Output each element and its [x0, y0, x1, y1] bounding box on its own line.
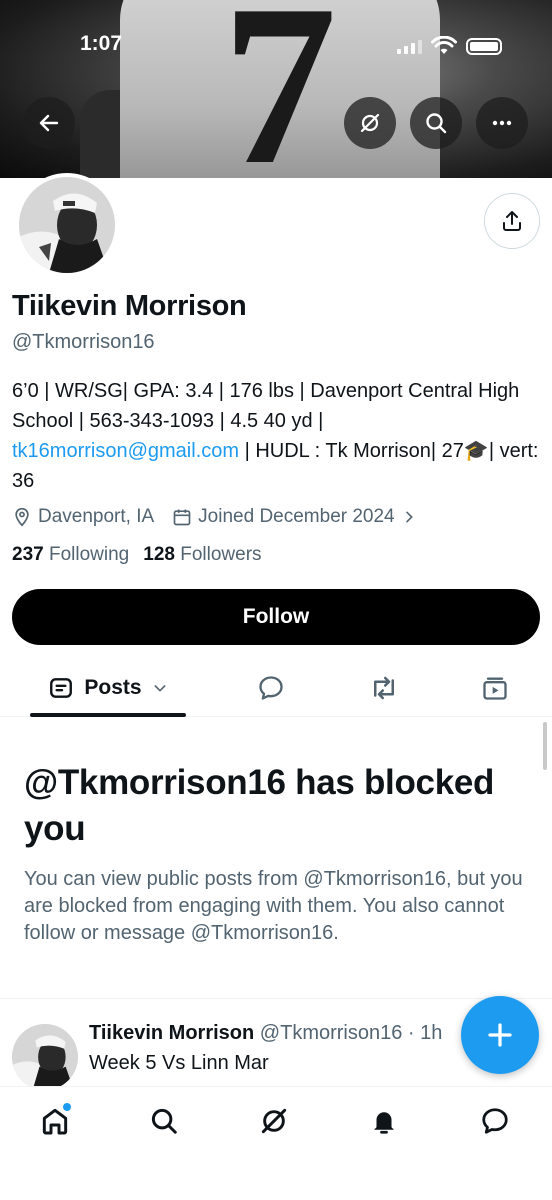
profile-bio: 6’0 | WR/SG| GPA: 3.4 | 176 lbs | Davenp… — [12, 376, 542, 496]
banner-jersey-number: 7 — [222, 0, 337, 178]
nav-grok[interactable] — [244, 1101, 304, 1141]
followers-label: Followers — [180, 544, 262, 565]
search-icon — [426, 113, 447, 134]
search-icon — [151, 1108, 177, 1134]
tab-replies[interactable] — [245, 660, 297, 716]
compose-button[interactable] — [461, 996, 539, 1074]
posts-icon — [50, 678, 73, 698]
profile-handle: @Tkmorrison16 — [12, 331, 155, 353]
post-header: Tiikevin Morrison @Tkmorrison16 · 1h — [89, 1022, 442, 1045]
signal-icon — [397, 40, 422, 54]
share-button[interactable] — [484, 193, 540, 249]
chevron-down-icon — [154, 685, 166, 692]
joined-date[interactable]: Joined December 2024 — [172, 506, 416, 528]
nav-messages[interactable] — [465, 1101, 525, 1141]
profile-banner[interactable]: 7 — [0, 0, 552, 178]
more-icon — [492, 120, 512, 126]
tab-posts-label: Posts — [84, 676, 142, 699]
profile-meta: Davenport, IA Joined December 2024 — [12, 504, 435, 530]
followers-count: 128 — [143, 544, 175, 565]
profile-avatar[interactable] — [15, 173, 119, 277]
following-count: 237 — [12, 544, 44, 565]
tab-reposts[interactable] — [358, 660, 410, 716]
media-icon — [483, 677, 507, 700]
post-avatar[interactable] — [12, 1024, 78, 1090]
active-tab-indicator — [30, 713, 186, 717]
nav-search[interactable] — [134, 1101, 194, 1141]
bio-text: 6’0 | WR/SG| GPA: 3.4 | 176 lbs | Davenp… — [12, 380, 520, 432]
location: Davenport, IA — [12, 506, 154, 528]
profile-name: Tiikevin Morrison — [12, 290, 247, 322]
post-avatar-photo — [12, 1024, 78, 1090]
post-text[interactable]: Week 5 Vs Linn Mar — [89, 1052, 269, 1075]
follow-stats: 237 Following 128 Followers — [12, 544, 262, 566]
bell-icon — [374, 1112, 394, 1134]
tab-posts[interactable]: Posts — [30, 660, 186, 716]
scrollbar[interactable] — [543, 722, 547, 770]
blocked-description: You can view public posts from @Tkmorris… — [24, 868, 523, 944]
home-notification-dot — [63, 1103, 71, 1111]
search-button[interactable] — [410, 97, 462, 149]
battery-icon — [466, 38, 502, 55]
plus-icon — [488, 1023, 512, 1047]
following-label: Following — [48, 544, 130, 565]
location-text: Davenport, IA — [38, 506, 155, 527]
bottom-nav — [0, 1086, 552, 1200]
grok-icon — [360, 113, 380, 133]
post-meta: @Tkmorrison16 · 1h — [259, 1022, 443, 1044]
status-time: 1:07 — [80, 32, 123, 55]
grok-icon — [261, 1108, 287, 1134]
follow-button[interactable]: Follow — [12, 589, 540, 645]
wifi-icon — [431, 36, 457, 54]
message-icon — [482, 1108, 508, 1134]
status-bar: 1:07 — [0, 32, 552, 60]
profile-tabs: Posts — [0, 660, 552, 717]
calendar-icon — [173, 509, 191, 526]
share-icon — [503, 211, 521, 231]
followers-link[interactable]: 128 Followers — [143, 544, 261, 566]
grok-button[interactable] — [344, 97, 396, 149]
blocked-title: @Tkmorrison16 has blocked you — [24, 763, 495, 848]
arrow-left-icon — [39, 114, 59, 132]
following-link[interactable]: 237 Following — [12, 544, 129, 566]
divider — [0, 998, 552, 999]
back-button[interactable] — [23, 97, 75, 149]
nav-notifications[interactable] — [354, 1101, 414, 1141]
more-button[interactable] — [476, 97, 528, 149]
location-pin-icon — [15, 507, 29, 527]
bio-email-link[interactable]: tk16morrison@gmail.com — [12, 440, 239, 462]
avatar-photo — [19, 177, 115, 273]
post-author[interactable]: Tiikevin Morrison — [89, 1022, 254, 1044]
chevron-right-icon — [405, 511, 413, 523]
repost-icon — [374, 676, 394, 700]
nav-home[interactable] — [25, 1101, 85, 1141]
tab-media[interactable] — [469, 660, 521, 716]
joined-text: Joined December 2024 — [198, 506, 395, 527]
reply-icon — [259, 676, 283, 700]
